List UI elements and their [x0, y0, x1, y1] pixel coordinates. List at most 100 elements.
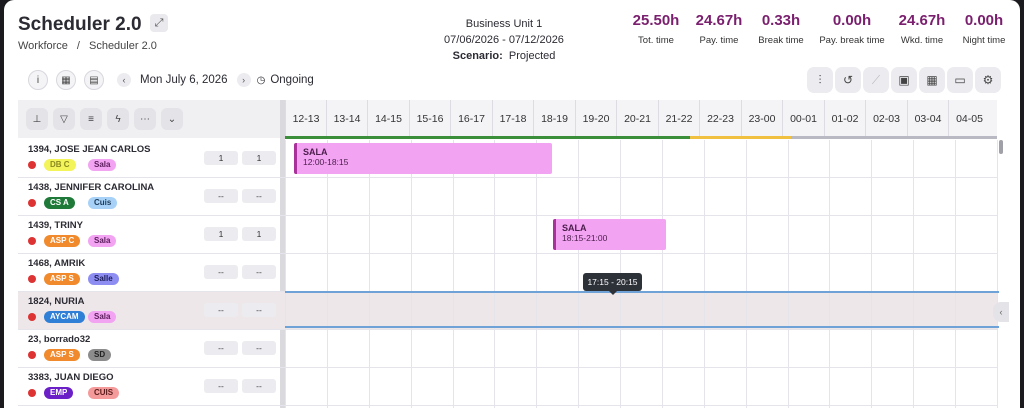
settings-icon[interactable]: ⚙ — [975, 67, 1001, 93]
value-box: 1 — [204, 227, 238, 241]
area-tag: SD — [88, 349, 112, 361]
vertical-scrollbar[interactable] — [999, 140, 1003, 154]
area-tag: Cuis — [88, 197, 118, 209]
selected-row-top-line — [285, 291, 999, 293]
grid-line — [662, 140, 663, 408]
hour-header: 13-14 — [326, 100, 367, 138]
value-box: -- — [242, 341, 276, 355]
area-tag: Sala — [88, 235, 117, 247]
date-range: 07/06/2026 - 07/12/2026 — [444, 34, 564, 46]
timeline-header: 12-13 13-14 14-15 15-16 16-17 17-18 18-1… — [285, 100, 997, 139]
grid-line — [788, 140, 789, 408]
hour-header: 23-00 — [741, 100, 782, 138]
date-navigator: ‹ Mon July 6, 2026 › ◷ Ongoing — [117, 71, 314, 89]
grid-line — [913, 140, 914, 408]
scheduler-window: Scheduler 2.0 ⤢ Workforce / Scheduler 2.0 … — [4, 0, 1020, 408]
info-icon[interactable]: i — [28, 70, 48, 90]
grid-line — [411, 140, 412, 408]
status-dot — [28, 237, 36, 245]
metric-break-time: 0.33h Break time — [758, 12, 804, 46]
employee-cell[interactable]: 1439, TRINY ASP C Sala 1 1 — [18, 216, 280, 253]
report-icon[interactable]: ▣ — [891, 67, 917, 93]
shift-label: SALA — [562, 223, 587, 233]
area-tag: Sala — [88, 159, 117, 171]
employee-cell[interactable]: 1438, JENNIFER CAROLINA CS A Cuis -- -- — [18, 178, 280, 215]
role-tag: DB C — [44, 159, 76, 171]
employee-cell[interactable]: 1824, NURIA AYCAM Sala -- -- — [18, 292, 280, 329]
grid-line — [453, 140, 454, 408]
grid-line — [829, 140, 830, 408]
value-box: -- — [242, 303, 276, 317]
role-tag: CS A — [44, 197, 75, 209]
value-box: 1 — [204, 151, 238, 165]
breadcrumb-workforce[interactable]: Workforce — [18, 40, 68, 52]
grid-line — [871, 140, 872, 408]
lightning-icon[interactable]: ϟ — [107, 108, 129, 130]
document-icon[interactable]: ▭ — [947, 67, 973, 93]
grid-icon[interactable]: ▦ — [919, 67, 945, 93]
shift-block[interactable]: SALA 12:00-18:15 — [294, 143, 552, 174]
hour-header: 03-04 — [907, 100, 948, 138]
value-box: -- — [204, 189, 238, 203]
employee-name: 23, borrado32 — [28, 334, 91, 345]
role-tag: ASP S — [44, 273, 80, 285]
chevron-left-icon[interactable]: ‹ — [117, 73, 131, 87]
grid-line — [955, 140, 956, 408]
employee-cell[interactable]: 1394, JOSE JEAN CARLOS DB C Sala 1 1 — [18, 140, 280, 177]
expand-icon[interactable]: ⤢ — [150, 14, 168, 32]
employee-name: 1439, TRINY — [28, 220, 83, 231]
employee-cell[interactable]: 1468, AMRIK ASP S Salle -- -- — [18, 254, 280, 291]
grid-line — [285, 140, 286, 408]
employee-cell[interactable]: 3383, JUAN DIEGO EMP CUIS -- -- — [18, 368, 280, 405]
sliders-icon[interactable]: ≡ — [80, 108, 102, 130]
chevron-right-icon[interactable]: › — [236, 73, 251, 87]
grid-line — [746, 140, 747, 408]
value-box: -- — [204, 341, 238, 355]
selected-row-bottom-line — [285, 326, 999, 328]
value-box: -- — [204, 303, 238, 317]
hour-header: 14-15 — [367, 100, 409, 138]
hour-header: 19-20 — [575, 100, 616, 138]
grid-line — [369, 140, 370, 408]
area-tag: Sala — [88, 311, 117, 323]
hour-header: 12-13 — [285, 100, 326, 138]
employee-list-toolbar: ⊥ ▽ ≡ ϟ ⋯ ⌄ — [18, 100, 280, 138]
shift-label: SALA — [303, 147, 328, 157]
value-box: -- — [204, 379, 238, 393]
breadcrumb: Workforce / Scheduler 2.0 — [18, 40, 157, 52]
adjust-sliders-icon[interactable]: ⫶ — [807, 67, 833, 93]
area-tag: CUIS — [88, 387, 120, 399]
grid-line — [578, 140, 579, 408]
calendar-day-icon[interactable]: ▦ — [56, 70, 76, 90]
chevron-down-icon[interactable]: ⌄ — [161, 108, 183, 130]
hour-header: 22-23 — [699, 100, 741, 138]
magic-wand-icon[interactable]: ⟋ — [863, 67, 889, 93]
history-icon[interactable]: ↺ — [835, 67, 861, 93]
grid-line — [997, 140, 998, 408]
employee-name: 1438, JENNIFER CAROLINA — [28, 182, 155, 193]
current-date[interactable]: Mon July 6, 2026 — [140, 74, 228, 86]
status-dot — [28, 389, 36, 397]
more-options-icon[interactable]: ⋯ — [134, 108, 156, 130]
hour-header: 18-19 — [533, 100, 575, 138]
hour-header: 21-22 — [658, 100, 699, 138]
coverage-bar-grey — [791, 136, 997, 139]
calendar-week-icon[interactable]: ▤ — [84, 70, 104, 90]
area-tag: Salle — [88, 273, 119, 285]
collapse-panel-icon[interactable]: ‹ — [993, 302, 1009, 322]
status-dot — [28, 275, 36, 283]
business-unit-info: Business Unit 1 07/06/2026 - 07/12/2026 … — [424, 16, 584, 64]
breadcrumb-scheduler: Scheduler 2.0 — [88, 40, 157, 52]
status-dot — [28, 199, 36, 207]
role-tag: ASP S — [44, 349, 80, 361]
status-dot — [28, 313, 36, 321]
shift-time: 18:15-21:00 — [562, 233, 608, 243]
org-tree-icon[interactable]: ⊥ — [26, 108, 48, 130]
value-box: -- — [242, 379, 276, 393]
employee-cell[interactable]: 23, borrado32 ASP S SD -- -- — [18, 330, 280, 367]
value-box: -- — [242, 265, 276, 279]
hour-header: 20-21 — [616, 100, 658, 138]
shift-block[interactable]: SALA 18:15-21:00 — [553, 219, 666, 250]
filter-icon[interactable]: ▽ — [53, 108, 75, 130]
scenario-label: Scenario: — [452, 50, 503, 62]
